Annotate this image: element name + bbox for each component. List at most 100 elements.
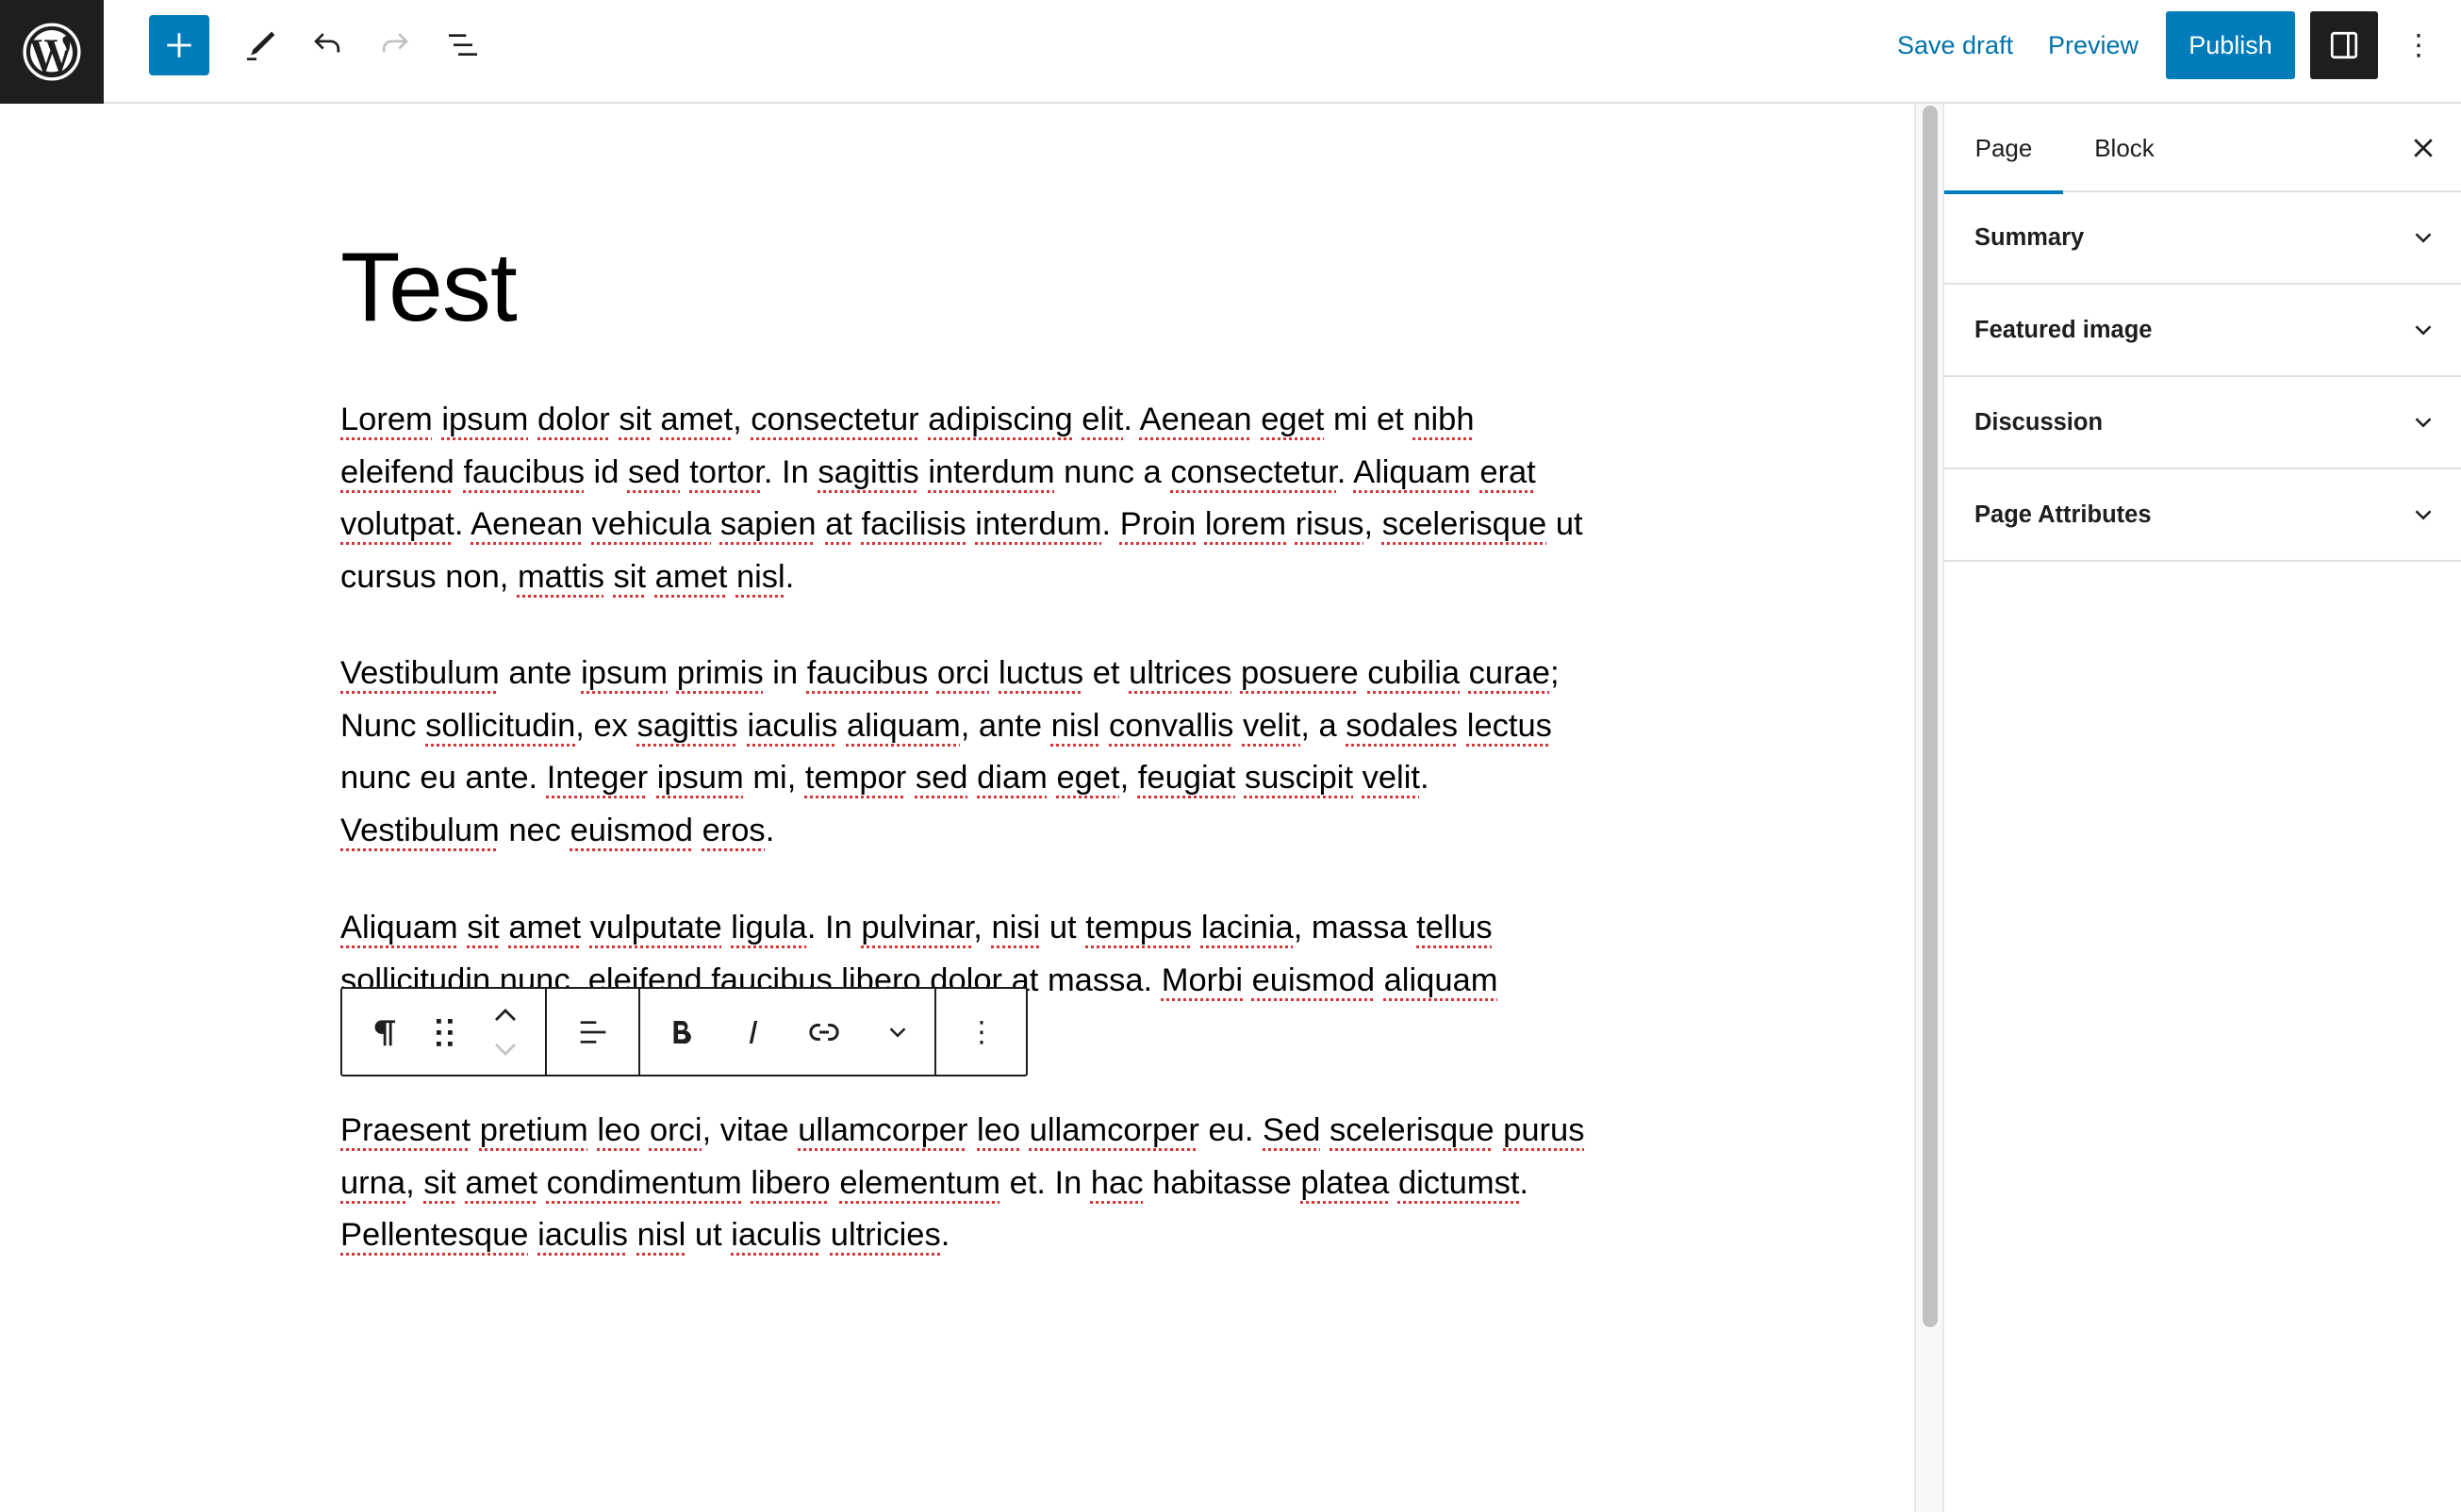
editor-scrollbar[interactable] [1914,104,1944,1512]
misspelled-word: nisi [991,910,1041,945]
block-options-button[interactable] [936,989,1026,1075]
misspelled-word: lectus [1466,707,1552,744]
wordpress-logo-button[interactable] [0,0,104,104]
misspelled-word: scelerisque [1330,1112,1495,1148]
misspelled-word: dolor [537,402,610,437]
save-draft-button[interactable]: Save draft [1886,11,2024,79]
misspelled-word: Aenean [471,506,584,543]
misspelled-word: leo [977,1112,1021,1148]
close-sidebar-button[interactable] [2395,120,2452,176]
chevron-down-icon [2404,311,2442,349]
misspelled-word: tellus [1416,910,1493,945]
chevron-down-icon [2404,496,2442,534]
panel-discussion[interactable]: Discussion [1944,377,2461,469]
chevron-down-icon [889,1027,906,1038]
block-mover [465,989,545,1075]
misspelled-word: velit [1242,707,1301,744]
preview-button[interactable]: Preview [2037,11,2150,79]
italic-button[interactable] [720,989,786,1075]
misspelled-word: eleifend [340,453,454,490]
drag-handle-icon [437,1018,453,1046]
options-menu-button[interactable] [2390,11,2447,79]
panel-label: Featured image [1974,316,2153,343]
link-button[interactable] [786,989,861,1075]
misspelled-word: elit [1082,402,1124,437]
misspelled-word: luctus [999,655,1084,691]
document-overview-button[interactable] [433,15,493,75]
misspelled-word: elementum [839,1164,1000,1201]
panel-summary[interactable]: Summary [1944,192,2461,285]
misspelled-word: Pellentesque [340,1217,529,1254]
misspelled-word: ullamcorper [1029,1112,1199,1148]
misspelled-word: consectetur [751,402,919,437]
more-vertical-icon [2417,34,2420,58]
chevron-down-icon [2404,219,2442,256]
misspelled-word: Proin [1119,506,1197,543]
misspelled-word: sit [613,558,647,595]
block-type-button[interactable] [342,989,427,1075]
misspelled-word: sit [467,910,500,945]
panel-label: Summary [1974,223,2085,251]
misspelled-word: hac [1090,1164,1144,1201]
misspelled-word: nibh [1412,402,1475,437]
align-text-button[interactable] [547,989,638,1075]
redo-button[interactable] [365,15,425,75]
scrollbar-thumb[interactable] [1923,106,1938,1327]
paragraph-block[interactable]: Vestibulum ante ipsum primis in faucibus… [340,648,1585,857]
paragraph-block[interactable]: Lorem ipsum dolor sit amet, consectetur … [340,394,1585,603]
misspelled-word: convallis [1109,707,1234,744]
misspelled-word: Aenean [1139,402,1252,437]
settings-toggle-button[interactable] [2310,11,2378,79]
link-icon [809,1023,839,1041]
tab-page[interactable]: Page [1944,104,2063,194]
misspelled-word: feugiat [1137,760,1236,797]
misspelled-word: risus [1295,506,1364,543]
tab-block[interactable]: Block [2063,104,2186,192]
misspelled-word: posuere [1240,655,1359,691]
chevron-down-icon [2404,403,2442,441]
misspelled-word: purus [1503,1112,1585,1148]
misspelled-word: libero [751,1164,831,1201]
panel-featured-image[interactable]: Featured image [1944,285,2461,377]
misspelled-word: vehicula [591,506,712,543]
misspelled-word: Morbi [1161,961,1244,998]
misspelled-word: Vestibulum [340,655,500,691]
tools-button[interactable] [231,15,291,75]
misspelled-word: iaculis [731,1217,822,1254]
misspelled-word: aliquam [846,707,961,744]
drag-handle[interactable] [427,989,465,1075]
sidebar-tabs: Page Block [1944,104,2461,194]
misspelled-word: curae [1468,655,1550,691]
misspelled-word: sit [619,402,652,437]
post-title[interactable]: Test [340,231,518,344]
move-down-button[interactable] [491,1032,520,1066]
panel-page-attributes[interactable]: Page Attributes [1944,469,2461,562]
misspelled-word: sed [915,760,968,797]
misspelled-word: aliquam [1383,961,1498,998]
editor-canvas: Test Lorem ipsum dolor sit amet, consect… [0,104,1914,1512]
misspelled-word: eget [1056,760,1120,797]
more-formatting-button[interactable] [861,989,934,1075]
misspelled-word: sapien [719,506,817,543]
move-up-button[interactable] [491,998,520,1032]
add-block-button[interactable] [149,15,209,75]
misspelled-word: nisl [735,558,785,595]
publish-button[interactable]: Publish [2166,11,2295,79]
misspelled-word: euismod [570,812,693,848]
undo-button[interactable] [297,15,357,75]
paragraph-block[interactable]: Praesent pretium leo orci, vitae ullamco… [340,1105,1585,1262]
misspelled-word: facilisis [861,506,966,543]
align-left-icon [580,1020,605,1044]
misspelled-word: at [825,506,852,543]
panel-label: Discussion [1974,408,2104,436]
misspelled-word: amet [465,1164,538,1201]
misspelled-word: Aliquam [340,910,458,945]
misspelled-word: sodales [1346,707,1459,744]
misspelled-word: erat [1479,453,1536,490]
misspelled-word: dictumst [1397,1164,1520,1201]
bold-button[interactable] [640,989,720,1075]
misspelled-word: tempus [1085,910,1193,945]
misspelled-word: orci [649,1112,702,1148]
editor-header: Save draft Preview Publish [0,0,2461,104]
misspelled-word: sed [627,453,681,490]
